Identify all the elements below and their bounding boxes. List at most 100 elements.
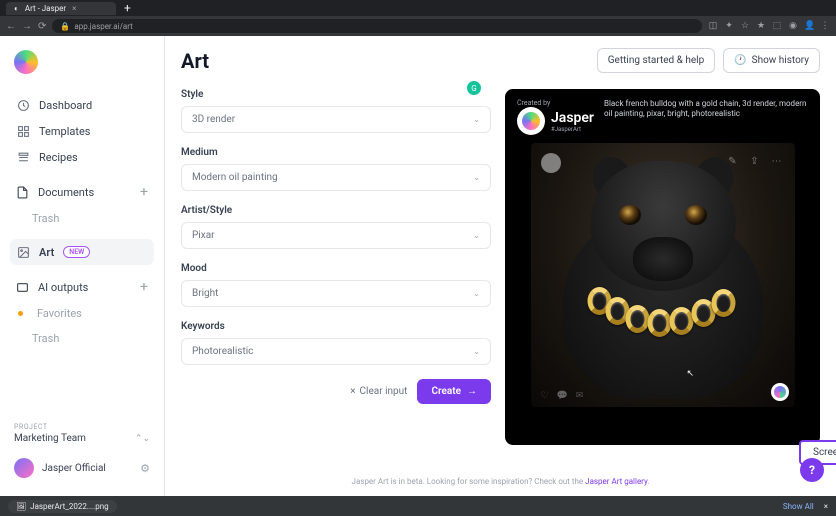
label: AI outputs: [38, 281, 88, 294]
project-label: PROJECT: [10, 423, 154, 431]
browser-chrome: ◐ Art - Jasper × + ← → ⟳ 🔒 app.jasper.ai…: [0, 0, 836, 36]
getting-started-button[interactable]: Getting started & help: [597, 48, 715, 73]
nav-bar: ← → ⟳ 🔒 app.jasper.ai/art ◫ ✦ ☆ ★ ⬚ ◉ 👤 …: [0, 16, 836, 36]
cursor-icon: ↖: [687, 369, 695, 379]
sidebar-section-documents[interactable]: Documents +: [10, 178, 154, 206]
counter-badge: [541, 153, 561, 173]
recipes-icon: [16, 150, 30, 164]
gear-icon[interactable]: ⚙: [140, 462, 150, 475]
show-all-link[interactable]: Show All: [783, 502, 814, 511]
share-icon[interactable]: ⇪: [747, 153, 763, 169]
label: Recipes: [39, 151, 78, 164]
heart-icon[interactable]: ♡: [541, 391, 549, 401]
chevron-down-icon: ⌄: [473, 173, 480, 182]
browser-tab[interactable]: ◐ Art - Jasper ×: [6, 2, 116, 15]
generated-image[interactable]: ✎ ⇪ ⋯: [531, 143, 795, 407]
templates-icon: [16, 124, 30, 138]
label: Trash: [32, 212, 59, 225]
lock-icon: 🔒: [60, 22, 70, 31]
beta-notice: Jasper Art is in beta. Looking for some …: [352, 477, 650, 486]
extension-icons: ◫ ✦ ☆ ★ ⬚ ◉ 👤 ⋮: [708, 21, 830, 31]
dashboard-icon: [16, 98, 30, 112]
jasper-logo: [517, 107, 545, 135]
menu-icon[interactable]: ⋮: [820, 21, 830, 31]
sidebar-item-templates[interactable]: Templates: [10, 118, 154, 144]
avatar: [14, 458, 34, 478]
ext-icon[interactable]: ◉: [788, 21, 798, 31]
more-icon[interactable]: ⋯: [769, 153, 785, 169]
keywords-select[interactable]: Photorealistic ⌄: [181, 338, 491, 365]
ext-icon[interactable]: ⬚: [772, 21, 782, 31]
page-title: Art: [181, 49, 209, 73]
artist-label: Artist/Style: [181, 205, 491, 216]
user-name: Jasper Official: [42, 463, 132, 474]
sidebar-item-favorites[interactable]: Favorites: [10, 301, 154, 326]
medium-select[interactable]: Modern oil painting ⌄: [181, 164, 491, 191]
chevron-down-icon: ⌄: [473, 289, 480, 298]
form-panel: G Style 3D render ⌄ Medium Modern oil pa…: [181, 89, 491, 445]
history-icon: 🕐: [734, 55, 746, 66]
plus-icon[interactable]: +: [140, 279, 148, 295]
label: Templates: [39, 125, 90, 138]
sidebar-item-recipes[interactable]: Recipes: [10, 144, 154, 170]
label: Favorites: [37, 307, 82, 320]
sidebar-item-trash2[interactable]: Trash: [10, 326, 154, 351]
close-icon[interactable]: ×: [824, 502, 828, 511]
jasper-logo[interactable]: [14, 50, 38, 74]
close-icon[interactable]: ×: [72, 4, 76, 13]
new-tab-button[interactable]: +: [124, 1, 131, 15]
style-select[interactable]: 3D render ⌄: [181, 106, 491, 133]
label: Dashboard: [39, 99, 92, 112]
close-icon: ×: [350, 386, 355, 397]
field-style: Style 3D render ⌄: [181, 89, 491, 133]
label: Art: [39, 246, 54, 259]
sidebar-item-trash[interactable]: Trash: [10, 206, 154, 231]
back-icon[interactable]: ←: [6, 21, 16, 32]
clear-input-button[interactable]: × Clear input: [350, 386, 407, 397]
ext-icon[interactable]: ☆: [740, 21, 750, 31]
chevron-icon: ⌃⌄: [135, 434, 150, 444]
grammarly-icon[interactable]: G: [467, 81, 481, 95]
field-mood: Mood Bright ⌄: [181, 263, 491, 307]
file-name: JasperArt_2022....png: [30, 502, 109, 511]
forward-icon[interactable]: →: [22, 21, 32, 32]
help-button[interactable]: ?: [800, 458, 824, 482]
image-actions: ✎ ⇪ ⋯: [725, 153, 785, 169]
ext-icon[interactable]: ★: [756, 21, 766, 31]
show-history-button[interactable]: 🕐 Show history: [723, 48, 820, 73]
send-icon[interactable]: ✉: [576, 391, 584, 401]
label: Documents: [38, 186, 94, 199]
ext-icon[interactable]: ◫: [708, 21, 718, 31]
tab-title: Art - Jasper: [25, 4, 66, 13]
url-bar[interactable]: 🔒 app.jasper.ai/art: [52, 19, 702, 33]
label: Trash: [32, 332, 59, 345]
mood-select[interactable]: Bright ⌄: [181, 280, 491, 307]
sidebar-item-art[interactable]: Art NEW: [10, 239, 154, 265]
sidebar-section-ai-outputs[interactable]: AI outputs +: [10, 273, 154, 301]
user-row[interactable]: Jasper Official ⚙: [10, 454, 154, 482]
download-chip[interactable]: 🖼 JasperArt_2022....png: [8, 500, 117, 513]
medium-label: Medium: [181, 147, 491, 158]
created-by-label: Created by: [517, 99, 594, 107]
keywords-label: Keywords: [181, 321, 491, 332]
project-name-text: Marketing Team: [14, 433, 86, 444]
reload-icon[interactable]: ⟳: [38, 21, 46, 32]
ext-icon[interactable]: ✦: [724, 21, 734, 31]
reaction-icons: ♡ 💬 ✉: [541, 391, 584, 401]
field-medium: Medium Modern oil painting ⌄: [181, 147, 491, 191]
field-keywords: Keywords Photorealistic ⌄: [181, 321, 491, 365]
tab-strip: ◐ Art - Jasper × +: [0, 0, 836, 16]
gallery-link[interactable]: Jasper Art gallery: [585, 477, 647, 486]
avatar-icon[interactable]: 👤: [804, 21, 814, 31]
new-badge: NEW: [63, 246, 90, 258]
project-selector[interactable]: Marketing Team ⌃⌄: [10, 431, 154, 454]
jasper-name: Jasper: [551, 110, 594, 126]
artist-select[interactable]: Pixar ⌄: [181, 222, 491, 249]
plus-icon[interactable]: +: [140, 184, 148, 200]
create-button[interactable]: Create →: [417, 379, 491, 404]
style-label: Style: [181, 89, 491, 100]
sidebar-item-dashboard[interactable]: Dashboard: [10, 92, 154, 118]
ai-outputs-icon: [16, 281, 29, 294]
url-text: app.jasper.ai/art: [74, 22, 132, 31]
comment-icon[interactable]: 💬: [557, 391, 568, 401]
